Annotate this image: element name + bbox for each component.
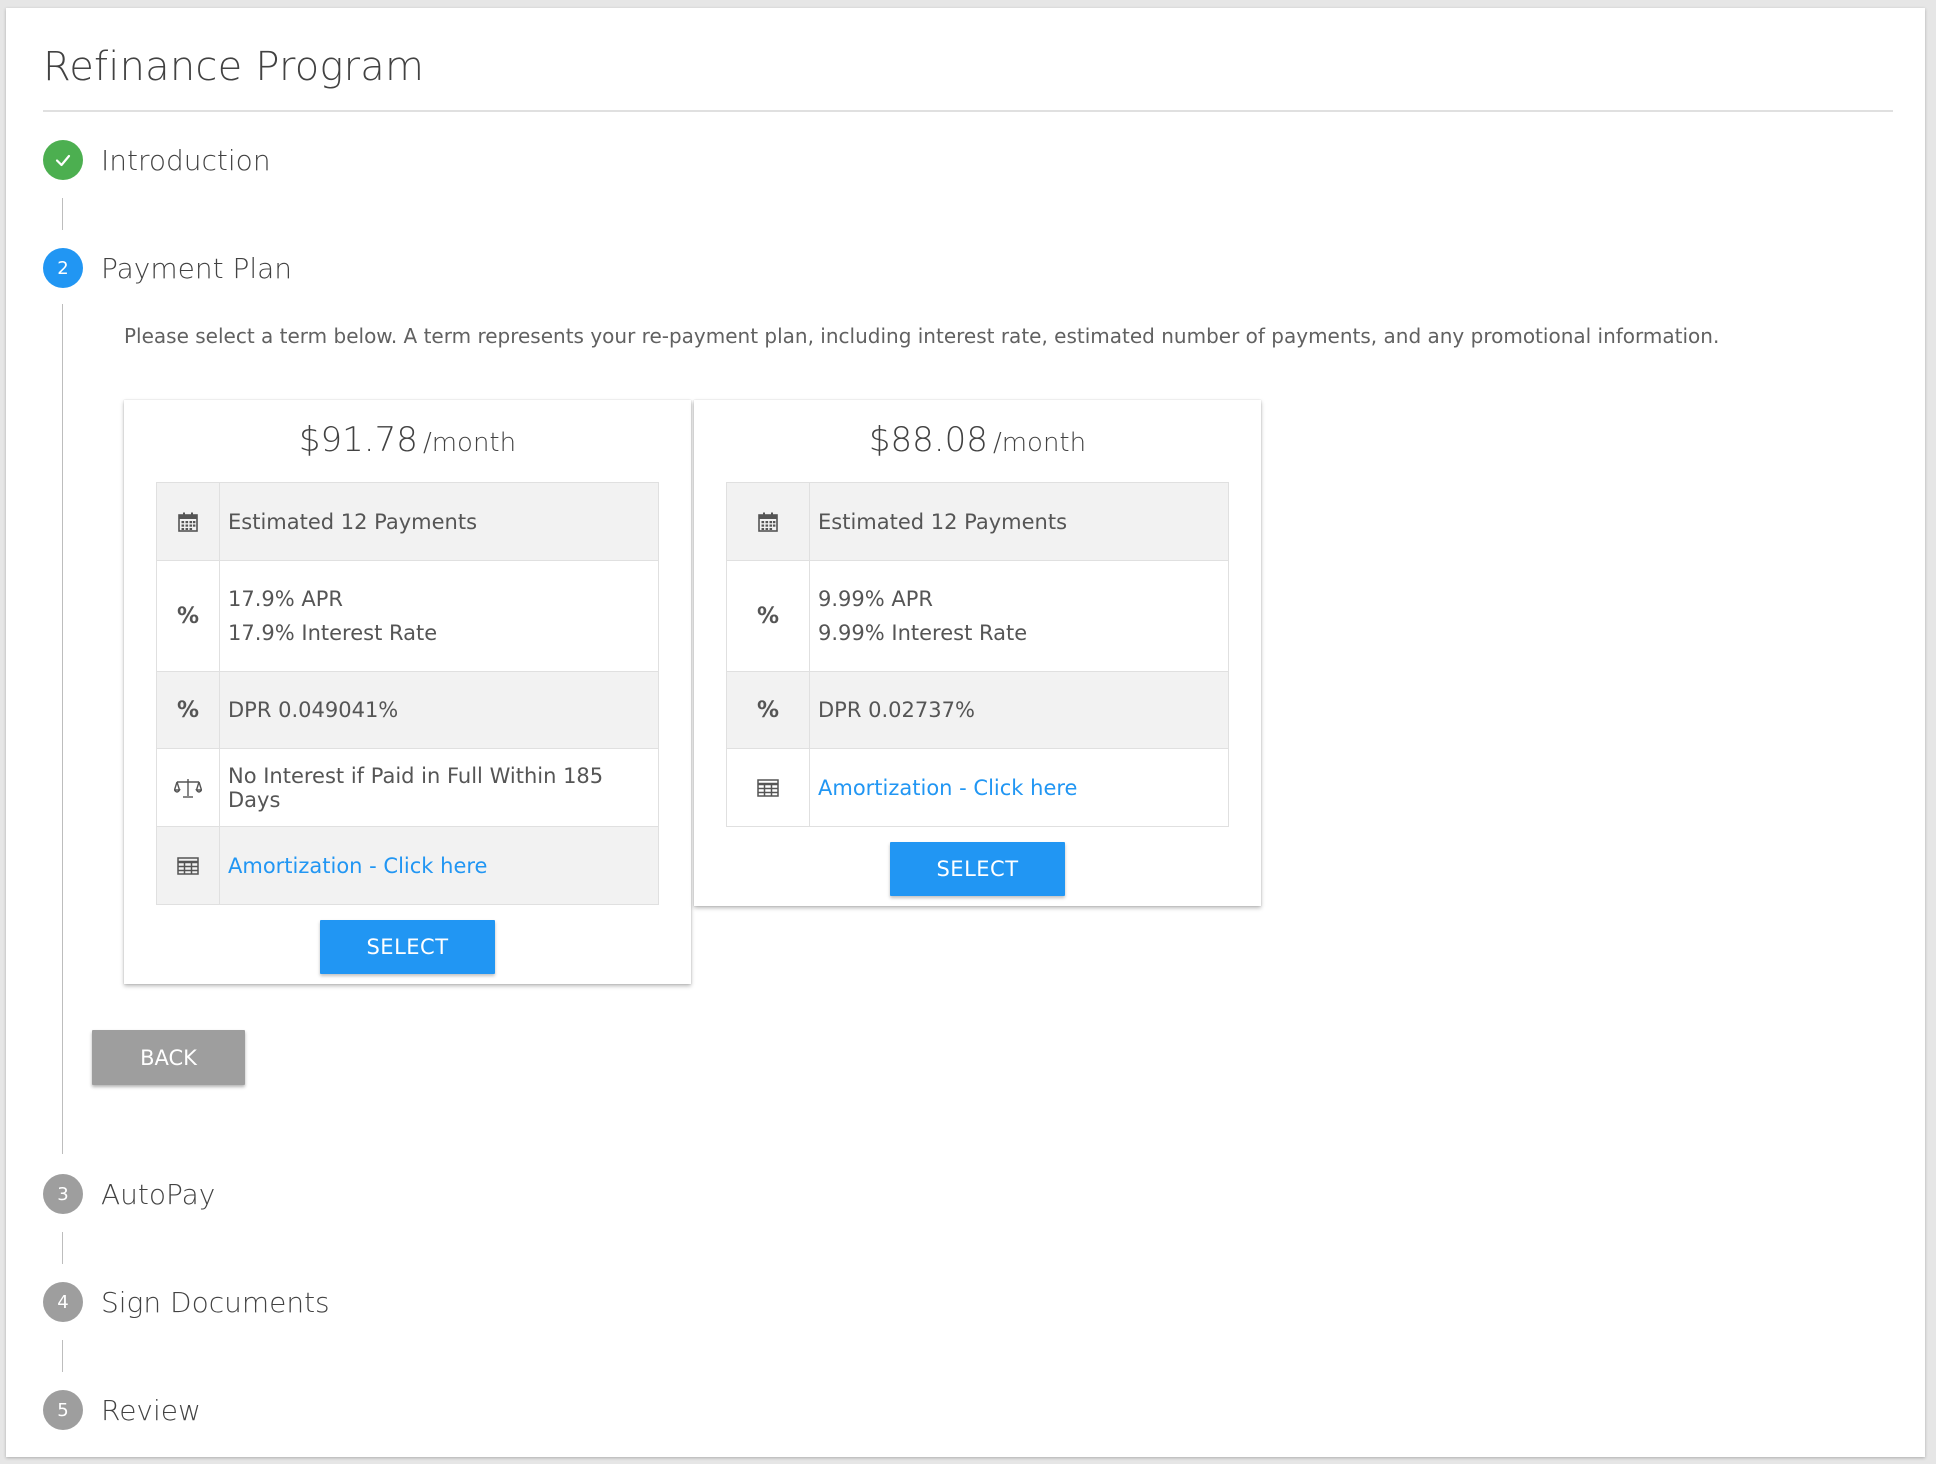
page-title: Refinance Program	[43, 44, 425, 90]
select-term-button[interactable]: SELECT	[320, 920, 495, 974]
step-review[interactable]: 5 Review	[43, 1390, 201, 1430]
amortization-link[interactable]: Amortization - Click here	[810, 749, 1085, 826]
step-label: Sign Documents	[101, 1285, 330, 1319]
step-label: AutoPay	[101, 1177, 216, 1211]
payments-text: Estimated 12 Payments	[228, 509, 478, 534]
step-label: Payment Plan	[101, 251, 293, 285]
percent-icon: %	[727, 561, 810, 671]
rate-text: 17.9% APR 17.9% Interest Rate	[220, 561, 445, 671]
step-number-badge: 2	[43, 248, 83, 288]
monthly-price: $88.08 /month	[694, 420, 1261, 482]
step-connector	[62, 198, 63, 230]
amortization-row: Amortization - Click here	[727, 749, 1228, 827]
step-connector	[62, 1232, 63, 1264]
amortization-link[interactable]: Amortization - Click here	[220, 827, 495, 904]
term-details-table: Estimated 12 Payments % 9.99% APR 9.99% …	[726, 482, 1229, 827]
table-icon	[727, 749, 810, 826]
step-payment-plan[interactable]: 2 Payment Plan	[43, 248, 292, 288]
rate-row: % 17.9% APR 17.9% Interest Rate	[157, 561, 658, 672]
interest-rate-text: 17.9% Interest Rate	[228, 621, 438, 645]
table-icon	[157, 827, 220, 904]
step-label: Introduction	[101, 143, 271, 177]
amortization-row: Amortization - Click here	[157, 827, 658, 905]
step-number-badge: 3	[43, 1174, 83, 1214]
dpr-text: DPR 0.049041%	[228, 698, 399, 722]
percent-icon: %	[157, 561, 220, 671]
step-sign-documents[interactable]: 4 Sign Documents	[43, 1282, 330, 1322]
dpr-row: % DPR 0.049041%	[157, 672, 658, 749]
price-amount: $91.78	[298, 420, 418, 460]
payments-row: Estimated 12 Payments	[727, 483, 1228, 561]
step-number-badge: 5	[43, 1390, 83, 1430]
apr-text: 17.9% APR	[228, 587, 344, 611]
payments-text: Estimated 12 Payments	[818, 509, 1068, 534]
rate-text: 9.99% APR 9.99% Interest Rate	[810, 561, 1035, 671]
promo-row: No Interest if Paid in Full Within 185 D…	[157, 749, 658, 827]
interest-rate-text: 9.99% Interest Rate	[818, 621, 1028, 645]
price-unit: /month	[422, 428, 517, 458]
calendar-icon	[727, 483, 810, 560]
step-complete-badge	[43, 140, 83, 180]
step-connector	[62, 1340, 63, 1372]
step-autopay[interactable]: 3 AutoPay	[43, 1174, 215, 1214]
apr-text: 9.99% APR	[818, 587, 934, 611]
calendar-icon	[157, 483, 220, 560]
check-icon	[55, 154, 71, 167]
term-card: $88.08 /month Estimated 12 Payments % 9.…	[694, 400, 1261, 906]
step-introduction[interactable]: Introduction	[43, 140, 271, 180]
back-button[interactable]: BACK	[92, 1030, 245, 1085]
percent-icon: %	[157, 672, 220, 748]
price-unit: /month	[992, 428, 1087, 458]
balance-scale-icon	[157, 749, 220, 826]
dpr-row: % DPR 0.02737%	[727, 672, 1228, 749]
price-amount: $88.08	[868, 420, 988, 460]
rate-row: % 9.99% APR 9.99% Interest Rate	[727, 561, 1228, 672]
select-term-button[interactable]: SELECT	[890, 842, 1065, 896]
promo-text: No Interest if Paid in Full Within 185 D…	[228, 763, 604, 812]
term-details-table: Estimated 12 Payments % 17.9% APR 17.9% …	[156, 482, 659, 905]
payments-row: Estimated 12 Payments	[157, 483, 658, 561]
step-connector	[62, 304, 63, 1154]
term-card: $91.78 /month Estimated 12 Payments % 17…	[124, 400, 691, 984]
dpr-text: DPR 0.02737%	[818, 698, 975, 722]
percent-icon: %	[727, 672, 810, 748]
payment-plan-instructions: Please select a term below. A term repre…	[124, 324, 1720, 348]
title-divider	[43, 110, 1893, 112]
step-number-badge: 4	[43, 1282, 83, 1322]
monthly-price: $91.78 /month	[124, 420, 691, 482]
main-panel: Refinance Program Introduction 2 Payment…	[6, 8, 1925, 1457]
step-label: Review	[101, 1393, 201, 1427]
